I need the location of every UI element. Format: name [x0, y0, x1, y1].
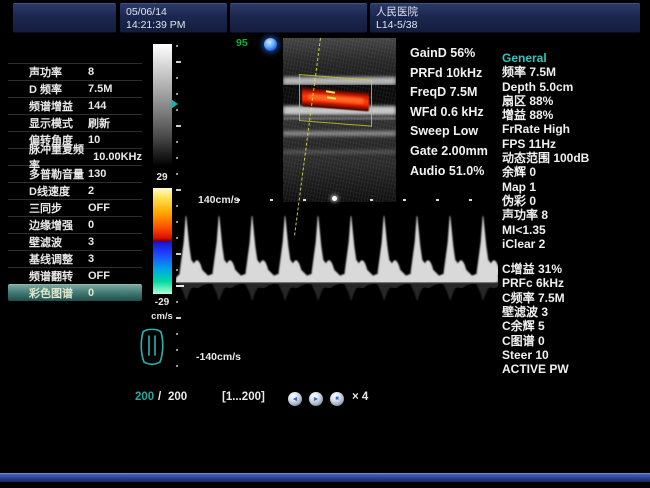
- prev-frame-icon: ◄: [292, 396, 299, 403]
- right-param-line: Steer 10: [502, 348, 646, 362]
- color-scale-unit: cm/s: [146, 311, 178, 322]
- time-text: 14:21:39 PM: [126, 19, 227, 32]
- parameter-row[interactable]: 边缘增强0: [8, 216, 142, 233]
- focus-marker-icon[interactable]: [171, 99, 178, 109]
- right-param-line: Map 1: [502, 180, 646, 194]
- doppler-param-line: WFd 0.6 kHz: [410, 103, 488, 123]
- parameter-row[interactable]: 频谱增益144: [8, 97, 142, 114]
- spectral-baseline: [176, 281, 496, 282]
- right-param-line: FrRate High: [502, 122, 646, 136]
- parameter-row[interactable]: 脉冲重复频率10.00KHz: [8, 148, 142, 165]
- right-param-line: C图谱 0: [502, 334, 646, 348]
- doppler-param-line: FreqD 7.5M: [410, 83, 488, 103]
- grayscale-bar: [153, 44, 172, 166]
- current-frame: 200: [135, 391, 154, 407]
- gain-badge: 95: [236, 37, 248, 49]
- right-param-line: 频率 7.5M: [502, 65, 646, 79]
- doppler-param-line: Audio 51.0%: [410, 162, 488, 182]
- right-param-line: MI<1.35: [502, 223, 646, 237]
- cine-speed: × 4: [352, 391, 368, 407]
- section-title: General: [502, 51, 646, 65]
- doppler-params-list: GainD 56% PRFd 10kHz FreqD 7.5M WFd 0.6 …: [410, 44, 488, 181]
- cine-prev-button[interactable]: ◄: [288, 392, 302, 406]
- date-text: 05/06/14: [126, 6, 227, 19]
- right-param-line: iClear 2: [502, 237, 646, 251]
- right-param-line: C频率 7.5M: [502, 291, 646, 305]
- right-parameter-panel: General 频率 7.5M Depth 5.0cm 扇区 88% 增益 88…: [502, 51, 646, 377]
- doppler-param-line: Gate 2.00mm: [410, 142, 488, 162]
- parameter-row[interactable]: 频谱翻转OFF: [8, 267, 142, 284]
- doppler-param-line: Sweep Low: [410, 122, 488, 142]
- right-param-line: 余辉 0: [502, 165, 646, 179]
- spectral-waveform: [176, 200, 498, 360]
- parameter-row[interactable]: D线速度2: [8, 182, 142, 199]
- right-param-line: 伪彩 0: [502, 194, 646, 208]
- right-param-line: C余辉 5: [502, 319, 646, 333]
- color-scale-max: 29: [150, 172, 174, 183]
- velocity-label-bottom: -140cm/s: [196, 351, 241, 363]
- color-params-block: C增益 31% PRFc 6kHz C频率 7.5M 壁滤波 3 C余辉 5 C…: [502, 262, 646, 376]
- right-param-line: 增益 88%: [502, 108, 646, 122]
- cine-stop-button[interactable]: ■: [330, 392, 344, 406]
- frame-separator: /: [158, 391, 161, 407]
- bottom-taskbar: [0, 473, 650, 482]
- stop-icon: ■: [335, 396, 339, 402]
- color-doppler-scale-bar: [153, 188, 172, 294]
- right-param-line: C增益 31%: [502, 262, 646, 276]
- cine-play-button[interactable]: ►: [309, 392, 323, 406]
- ultrasound-screen: 05/06/14 14:21:39 PM 人民医院 L14-5/38 声功率8 …: [0, 0, 650, 488]
- parameter-row[interactable]: 多普勒音量130: [8, 165, 142, 182]
- parameter-row[interactable]: 三同步OFF: [8, 199, 142, 216]
- color-scale-min: -29: [147, 297, 177, 308]
- play-icon: ►: [313, 396, 320, 403]
- probe-model: L14-5/38: [376, 19, 640, 32]
- right-param-line: PRFc 6kHz: [502, 276, 646, 290]
- doppler-param-line: PRFd 10kHz: [410, 64, 488, 84]
- total-frames: 200: [168, 391, 187, 407]
- doppler-param-line: GainD 56%: [410, 44, 488, 64]
- right-param-line: FPS 11Hz: [502, 137, 646, 151]
- body-marker-icon: [138, 325, 166, 367]
- hospital-name: 人民医院: [376, 6, 640, 19]
- parameter-row[interactable]: 基线调整3: [8, 250, 142, 267]
- right-param-line: 动态范围 100dB: [502, 151, 646, 165]
- parameter-row[interactable]: 显示模式刷新: [8, 114, 142, 131]
- blue-indicator-dot: [264, 38, 277, 51]
- hospital-box: 人民医院 L14-5/38: [370, 3, 640, 33]
- header-box-left: [13, 3, 116, 33]
- header-box-middle: [230, 3, 367, 33]
- bmode-image: [283, 38, 396, 202]
- parameter-row[interactable]: 声功率8: [8, 63, 142, 80]
- parameter-row[interactable]: D 频率7.5M: [8, 80, 142, 97]
- right-param-line: 壁滤波 3: [502, 305, 646, 319]
- right-param-line: 声功率 8: [502, 208, 646, 222]
- right-param-line: Depth 5.0cm: [502, 80, 646, 94]
- left-parameter-panel: 声功率8 D 频率7.5M 频谱增益144 显示模式刷新 偏转角度10 脉冲重复…: [8, 63, 142, 301]
- right-param-line: 扇区 88%: [502, 94, 646, 108]
- parameter-row-selected[interactable]: 彩色图谱0: [8, 284, 142, 301]
- parameter-row[interactable]: 壁滤波3: [8, 233, 142, 250]
- right-param-line: ACTIVE PW: [502, 362, 646, 376]
- datetime-box: 05/06/14 14:21:39 PM: [120, 3, 227, 33]
- frame-range: [1...200]: [222, 391, 265, 407]
